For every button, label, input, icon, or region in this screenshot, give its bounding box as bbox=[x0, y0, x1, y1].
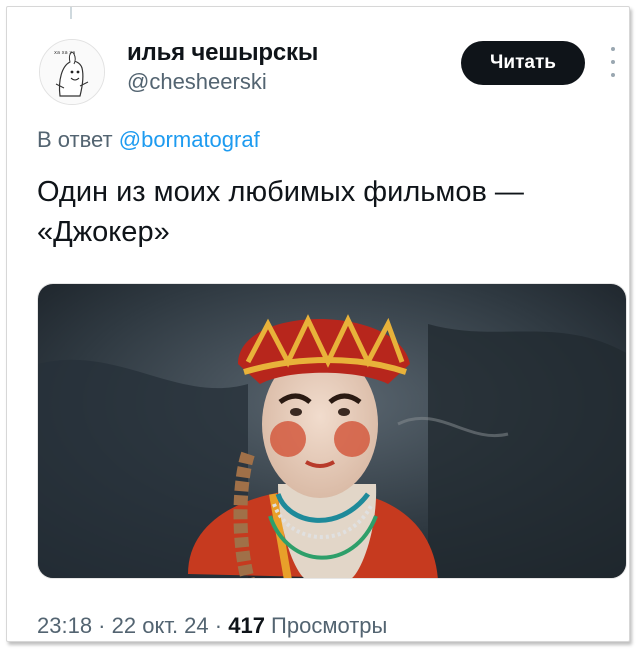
views-label: Просмотры bbox=[264, 613, 388, 638]
avatar[interactable]: ха ха ха bbox=[39, 39, 105, 105]
photo-image bbox=[38, 284, 626, 578]
tweet-card: ха ха ха илья чешырскы @chesheerski Чита… bbox=[6, 6, 630, 642]
reply-context: В ответ @bormatograf bbox=[37, 127, 260, 153]
views-count: 417 bbox=[228, 613, 265, 638]
author-handle[interactable]: @chesheerski bbox=[127, 69, 267, 95]
follow-button[interactable]: Читать bbox=[461, 41, 585, 85]
more-options-icon[interactable] bbox=[605, 47, 621, 77]
avatar-drawing: ха ха ха bbox=[40, 40, 104, 104]
tweet-text: Один из моих любимых фильмов — «Джокер» bbox=[37, 176, 524, 248]
tweet-image[interactable] bbox=[37, 283, 627, 579]
reply-prefix: В ответ bbox=[37, 127, 119, 152]
tweet-meta: 23:18 · 22 окт. 24 · 417 Просмотры bbox=[37, 613, 387, 639]
tweet-time[interactable]: 23:18 bbox=[37, 613, 92, 638]
tweet-date[interactable]: 22 окт. 24 bbox=[112, 613, 209, 638]
meta-separator: · bbox=[92, 613, 112, 638]
thread-line bbox=[70, 7, 72, 19]
meta-separator: · bbox=[208, 613, 229, 638]
author-name[interactable]: илья чешырскы bbox=[127, 39, 318, 67]
reply-mention-link[interactable]: @bormatograf bbox=[119, 127, 260, 152]
